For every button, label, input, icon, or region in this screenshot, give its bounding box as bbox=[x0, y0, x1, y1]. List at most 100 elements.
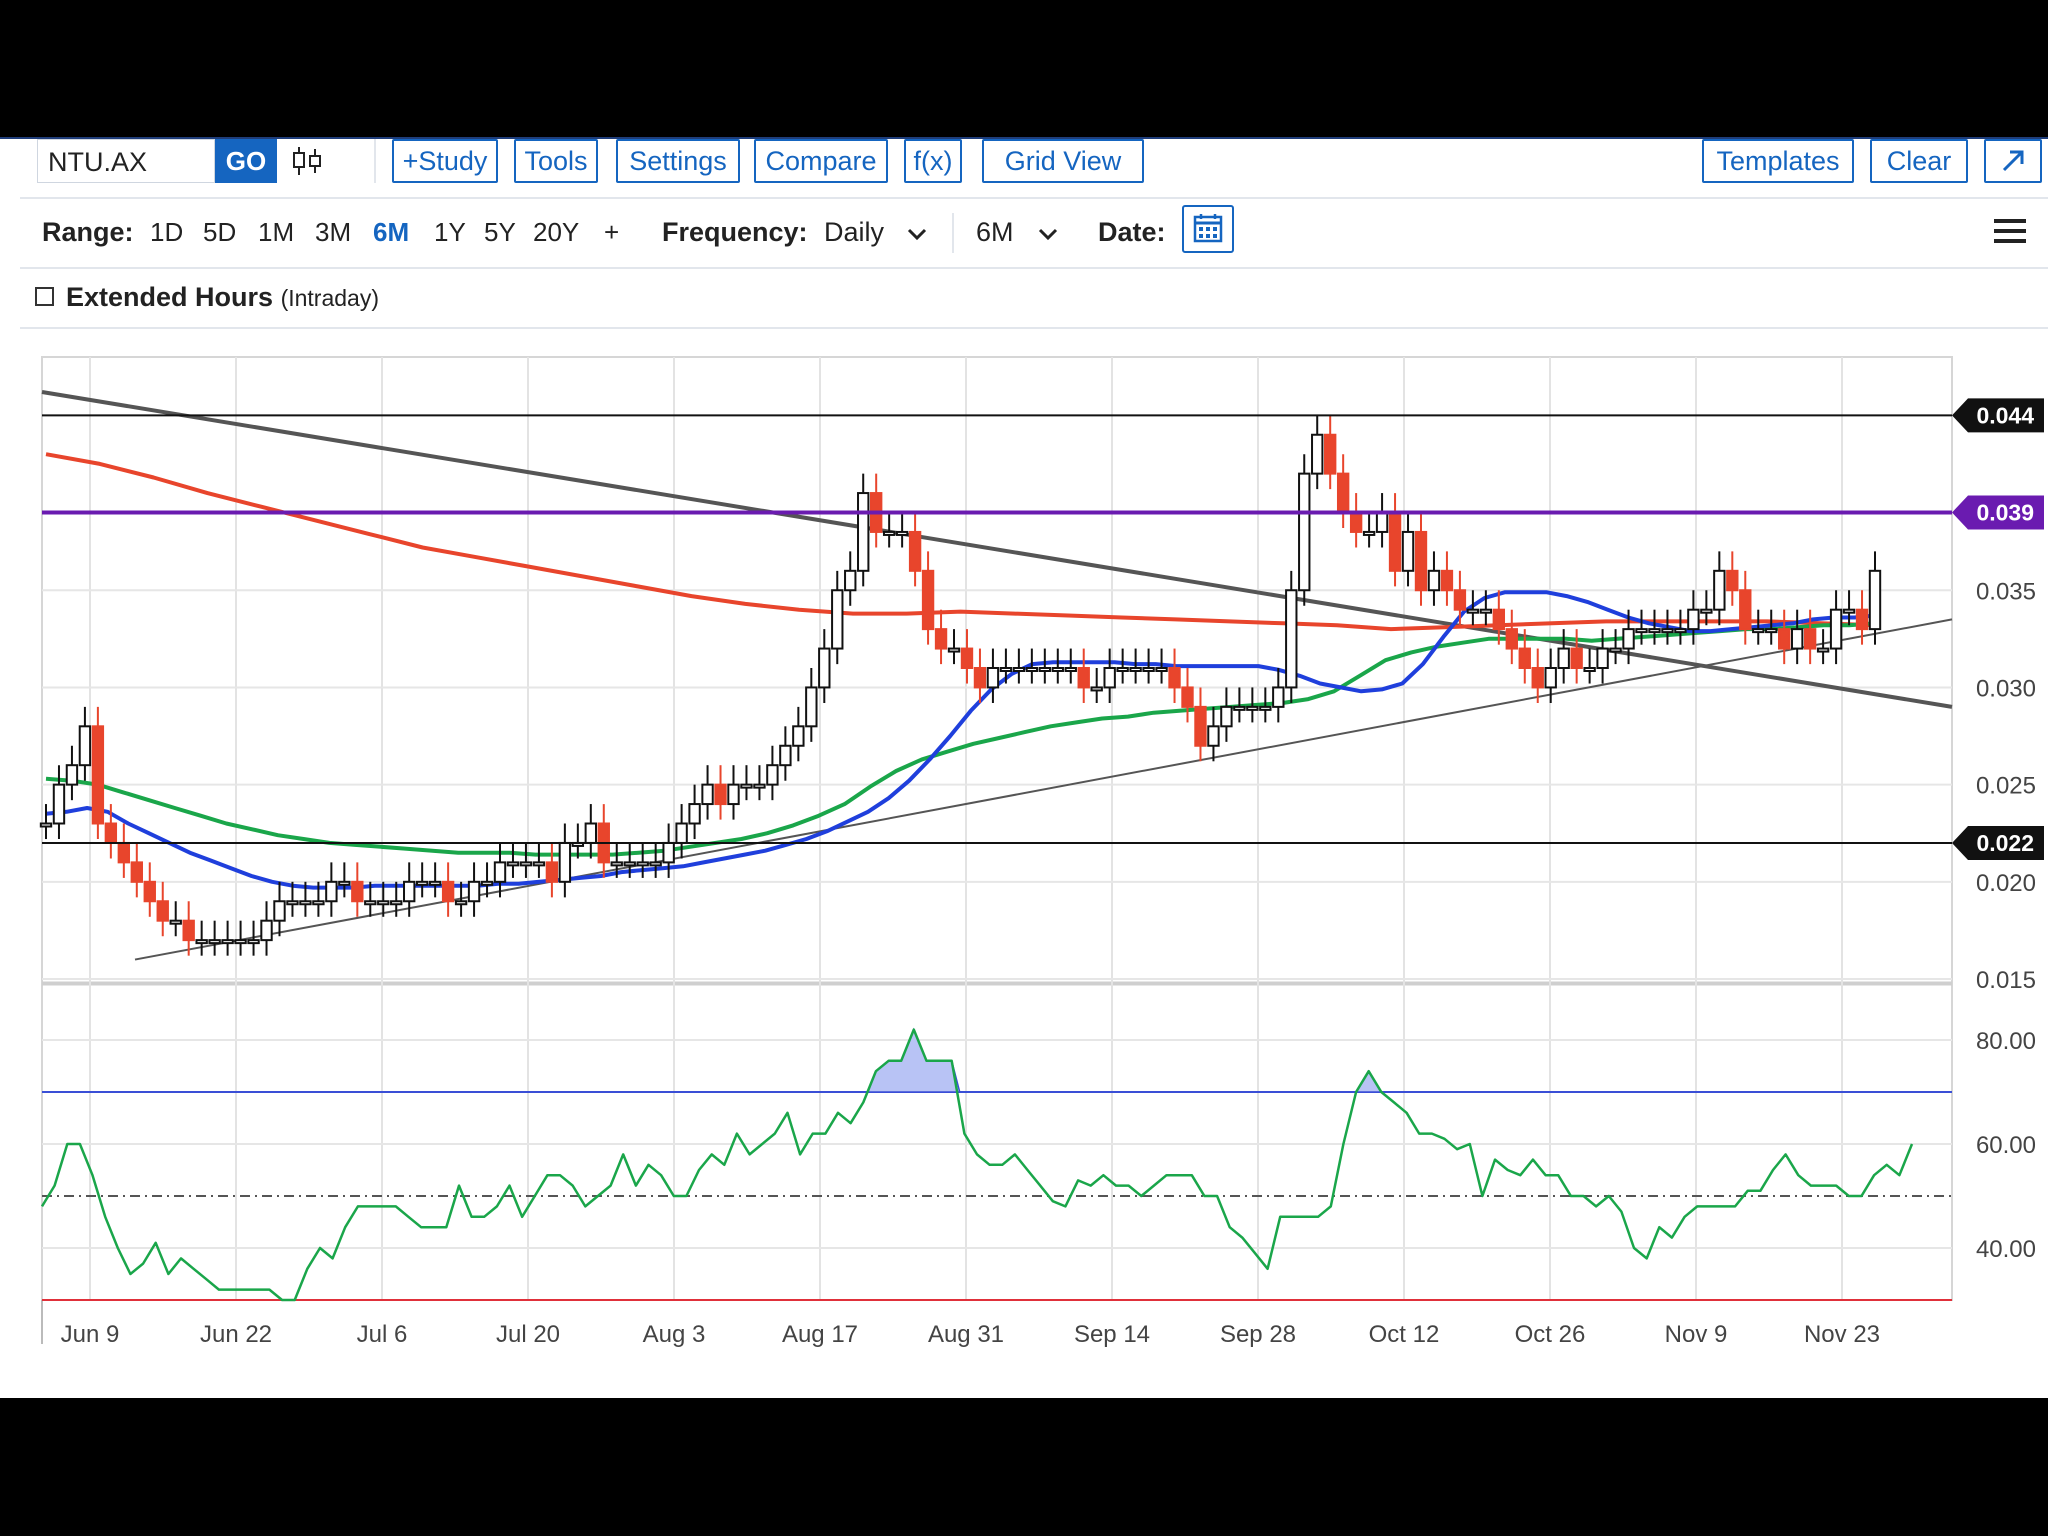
candle-body bbox=[1155, 667, 1168, 672]
candle-body bbox=[247, 939, 260, 945]
candle-body bbox=[1427, 569, 1441, 592]
candle-body bbox=[1349, 511, 1363, 533]
rsi-tick-label: 60.00 bbox=[1976, 1132, 2036, 1159]
candle-body bbox=[1816, 647, 1830, 653]
candle-body bbox=[1336, 472, 1350, 514]
candle-body bbox=[973, 667, 987, 689]
candle-body bbox=[1414, 530, 1428, 592]
candle-body bbox=[882, 530, 896, 536]
candle-body bbox=[1375, 511, 1389, 533]
candle-body bbox=[182, 919, 195, 942]
candle bbox=[91, 706, 105, 840]
candle-body bbox=[1038, 667, 1052, 672]
candle-body bbox=[921, 569, 935, 631]
candle-body bbox=[792, 725, 805, 747]
candle-body bbox=[1129, 667, 1142, 672]
candle-body bbox=[1012, 667, 1026, 672]
candle-body bbox=[1752, 628, 1765, 634]
candle-body bbox=[1829, 608, 1843, 650]
candle-body bbox=[1362, 530, 1376, 536]
candle-body bbox=[1518, 647, 1531, 669]
candle-body bbox=[403, 880, 416, 903]
candle-body bbox=[1648, 628, 1661, 634]
x-tick-label: Sep 14 bbox=[1074, 1321, 1150, 1348]
candle bbox=[1298, 454, 1311, 606]
candle-body bbox=[1298, 472, 1311, 592]
price-chart[interactable]: Jun 9 Jun 22 Jul 6 Jul 20 Aug 3 Aug 17 Aug 31 S… bbox=[0, 137, 2048, 1396]
candle-body bbox=[1401, 530, 1415, 572]
candle-body bbox=[1324, 433, 1337, 475]
candle-body bbox=[947, 647, 961, 653]
candle-body bbox=[415, 880, 429, 886]
candle-body bbox=[1272, 686, 1285, 708]
candle-body bbox=[662, 841, 675, 864]
candle-body bbox=[610, 861, 623, 867]
candle-body bbox=[1207, 725, 1220, 747]
candle-body bbox=[779, 744, 792, 767]
candle-body bbox=[1622, 628, 1635, 650]
candle-body bbox=[1311, 433, 1324, 475]
x-tick-label: Aug 3 bbox=[643, 1321, 706, 1348]
candle-body bbox=[714, 783, 727, 806]
candle-body bbox=[545, 861, 559, 883]
candle bbox=[1285, 570, 1298, 703]
candle-body bbox=[519, 861, 533, 867]
candle-body bbox=[727, 783, 740, 806]
candle-body bbox=[1440, 569, 1454, 592]
x-tick-label: Nov 9 bbox=[1665, 1321, 1728, 1348]
candle-body bbox=[1635, 628, 1648, 634]
candle-body bbox=[831, 589, 844, 650]
candle-body bbox=[636, 861, 649, 867]
candle-body bbox=[558, 841, 572, 883]
candle-body bbox=[766, 764, 779, 786]
candle-body bbox=[908, 530, 922, 572]
candle-body bbox=[208, 939, 221, 945]
candle-body bbox=[986, 667, 1000, 689]
candle-body bbox=[675, 822, 688, 844]
candle-body bbox=[1479, 608, 1493, 614]
candle-body bbox=[1233, 705, 1246, 711]
candle-body bbox=[156, 900, 169, 922]
candle-body bbox=[1259, 705, 1272, 711]
candle-body bbox=[753, 783, 766, 789]
candle-body bbox=[1661, 628, 1674, 634]
candle-body bbox=[1194, 705, 1207, 747]
level-tag-label: 0.044 bbox=[1976, 402, 2034, 428]
candle-body bbox=[299, 900, 312, 906]
candle-body bbox=[1531, 667, 1544, 689]
candle-body bbox=[649, 861, 662, 867]
candle-body bbox=[895, 530, 909, 536]
candle-body bbox=[377, 900, 390, 906]
candle-body bbox=[532, 861, 546, 867]
x-tick-label: Aug 17 bbox=[782, 1321, 858, 1348]
candle-body bbox=[467, 880, 481, 903]
candle-body bbox=[584, 822, 597, 844]
candle-body bbox=[1596, 647, 1609, 669]
candle-body bbox=[1739, 589, 1752, 631]
candle-body bbox=[857, 492, 870, 572]
candle-body bbox=[169, 919, 182, 925]
candle-body bbox=[221, 939, 234, 945]
candle-body bbox=[338, 880, 351, 886]
candle-body bbox=[1090, 686, 1103, 692]
x-tick-label: Jun 9 bbox=[61, 1321, 120, 1348]
x-tick-label: Aug 31 bbox=[928, 1321, 1004, 1348]
candle-body bbox=[1700, 608, 1713, 614]
candle-body bbox=[273, 900, 286, 922]
candle-body bbox=[1505, 628, 1518, 650]
candle-body bbox=[1726, 569, 1739, 592]
candle-body bbox=[1181, 686, 1194, 708]
candle-body bbox=[234, 939, 247, 945]
candle-body bbox=[325, 880, 338, 903]
candle-body bbox=[1842, 608, 1856, 614]
candle-body bbox=[1803, 628, 1817, 650]
candle-body bbox=[623, 861, 636, 867]
candle-body bbox=[117, 841, 131, 864]
candle-body bbox=[351, 880, 364, 903]
candle-body bbox=[506, 861, 520, 867]
candle-body bbox=[143, 880, 156, 903]
candle-body bbox=[818, 647, 831, 689]
candle-body bbox=[1466, 608, 1480, 614]
candle-body bbox=[1220, 705, 1233, 728]
candle-body bbox=[454, 900, 468, 906]
